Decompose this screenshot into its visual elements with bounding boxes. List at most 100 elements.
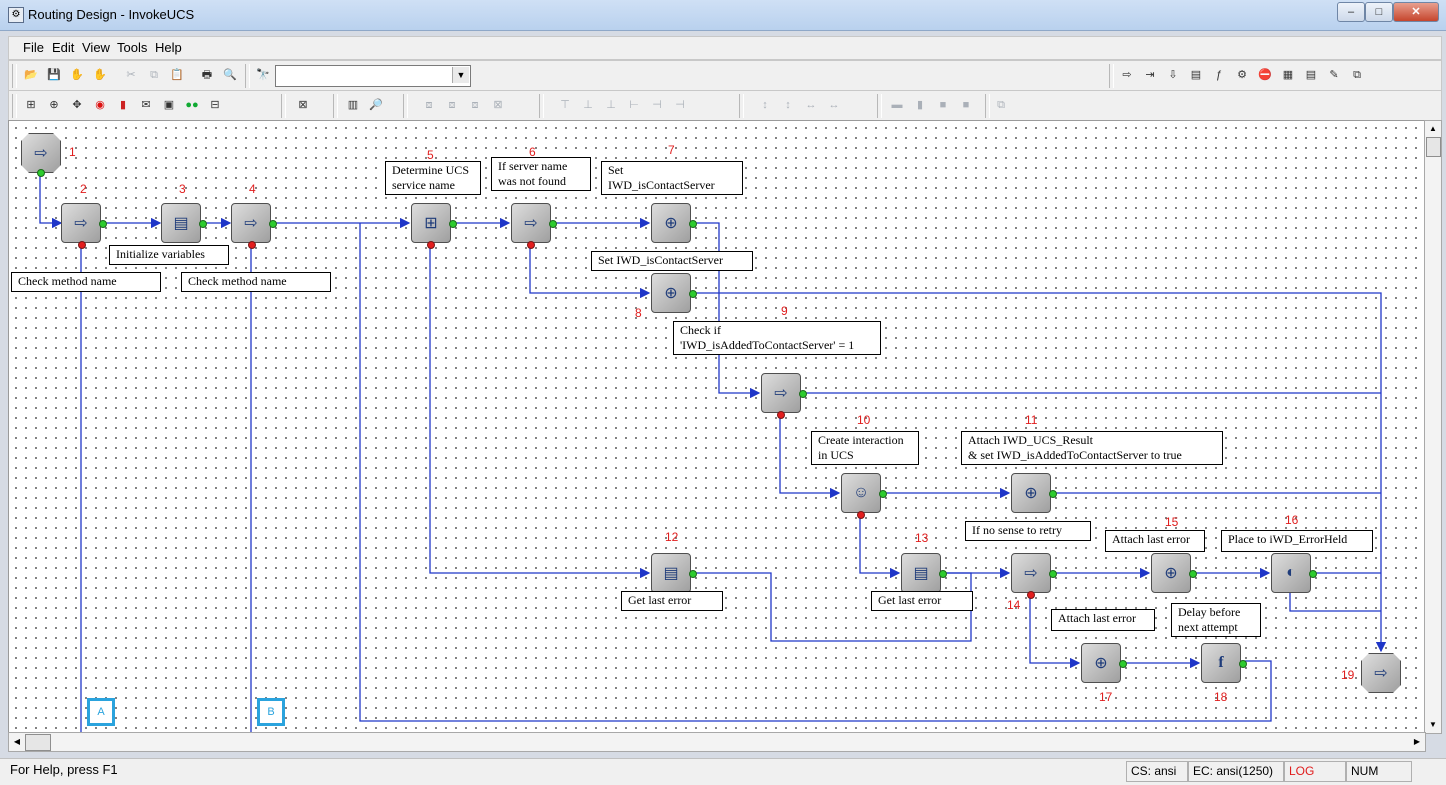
- multi-assign-node-5[interactable]: ⊞: [411, 203, 451, 243]
- output-port[interactable]: [449, 220, 457, 228]
- group-icon[interactable]: ⧈: [419, 95, 439, 115]
- output-port[interactable]: [199, 220, 207, 228]
- assign-object-icon[interactable]: ▤: [1186, 65, 1206, 85]
- attach-object-icon[interactable]: ✎: [1324, 65, 1344, 85]
- object-combo[interactable]: ▼: [275, 65, 471, 87]
- menu-tools[interactable]: Tools: [117, 40, 147, 55]
- attach-node-11[interactable]: ⊕: [1011, 473, 1051, 513]
- print-icon[interactable]: 🖶: [197, 65, 217, 85]
- scrollbar-thumb[interactable]: [1426, 137, 1441, 157]
- close-button[interactable]: ✕: [1393, 2, 1439, 22]
- order-icon[interactable]: ⧈: [465, 95, 485, 115]
- space-across-icon[interactable]: ↔: [824, 95, 844, 115]
- email-icon[interactable]: ✉: [136, 95, 156, 115]
- output-port[interactable]: [248, 241, 256, 249]
- maximize-button[interactable]: □: [1365, 2, 1393, 22]
- function-node-18[interactable]: f: [1201, 643, 1241, 683]
- create-interaction-node-10[interactable]: ☺: [841, 473, 881, 513]
- toolbar-grip[interactable]: [403, 94, 408, 118]
- align-middle-icon[interactable]: ⊥: [578, 95, 598, 115]
- vertical-scrollbar[interactable]: ▲ ▼: [1424, 120, 1442, 734]
- output-port[interactable]: [99, 220, 107, 228]
- branch-node-2[interactable]: ⇨: [61, 203, 101, 243]
- function-object-icon[interactable]: ƒ: [1209, 65, 1229, 85]
- link-icon[interactable]: ●●: [182, 95, 202, 115]
- bring-front-icon[interactable]: ⧉: [991, 95, 1011, 115]
- find-icon[interactable]: 🔍: [220, 65, 240, 85]
- align-left-icon[interactable]: ⊢: [624, 95, 644, 115]
- check-out-icon[interactable]: ✋: [90, 65, 110, 85]
- output-port[interactable]: [879, 490, 887, 498]
- multi-assign-icon[interactable]: ▤: [1301, 65, 1321, 85]
- branch-node-6[interactable]: ⇨: [511, 203, 551, 243]
- branch-node-14[interactable]: ⇨: [1011, 553, 1051, 593]
- assign-node-3[interactable]: ▤: [161, 203, 201, 243]
- output-port[interactable]: [1119, 660, 1127, 668]
- copy-icon[interactable]: ⧉: [144, 65, 164, 85]
- assign-node-12[interactable]: ▤: [651, 553, 691, 593]
- cut-icon[interactable]: ✂: [121, 65, 141, 85]
- align-bottom-icon[interactable]: ⊥: [601, 95, 621, 115]
- assign-node-13[interactable]: ▤: [901, 553, 941, 593]
- menu-view[interactable]: View: [82, 40, 110, 55]
- traffic-light-icon[interactable]: ▮: [113, 95, 133, 115]
- attach-node-17[interactable]: ⊕: [1081, 643, 1121, 683]
- output-port[interactable]: [857, 511, 865, 519]
- attach-node-8[interactable]: ⊕: [651, 273, 691, 313]
- align-center-icon[interactable]: ⊣: [647, 95, 667, 115]
- toolbar-grip[interactable]: [539, 94, 544, 118]
- space-vertical-icon[interactable]: ↕: [755, 95, 775, 115]
- routing-object-icon[interactable]: ⊞: [21, 95, 41, 115]
- search-icon[interactable]: 🔭: [253, 65, 273, 85]
- entry-object-icon[interactable]: ⇨: [1117, 65, 1137, 85]
- routing-app-icon[interactable]: ⚙: [8, 7, 24, 23]
- branch-node-9[interactable]: ⇨: [761, 373, 801, 413]
- same-size-icon[interactable]: ■: [933, 95, 953, 115]
- compile-icon[interactable]: ▥: [343, 95, 363, 115]
- align-right-icon[interactable]: ⊣: [670, 95, 690, 115]
- offpage-connector-b[interactable]: B: [257, 698, 285, 726]
- menu-edit[interactable]: Edit: [52, 40, 74, 55]
- output-port[interactable]: [1049, 490, 1057, 498]
- segmentation-icon[interactable]: ⇩: [1163, 65, 1183, 85]
- output-port[interactable]: [1309, 570, 1317, 578]
- image-icon[interactable]: ▣: [159, 95, 179, 115]
- same-width-icon[interactable]: ▬: [887, 95, 907, 115]
- output-port[interactable]: [427, 241, 435, 249]
- toolbar-grip[interactable]: [333, 94, 338, 118]
- statistic-icon[interactable]: ▦: [1278, 65, 1298, 85]
- validate-icon[interactable]: 🔎: [366, 95, 386, 115]
- multi-function-icon[interactable]: ⚙: [1232, 65, 1252, 85]
- output-port[interactable]: [1027, 591, 1035, 599]
- toolbar-grip[interactable]: [985, 94, 990, 118]
- same-height-icon[interactable]: ▮: [910, 95, 930, 115]
- offpage-connector-a[interactable]: A: [87, 698, 115, 726]
- stop-object-icon[interactable]: ⛔: [1255, 65, 1275, 85]
- space-even-icon[interactable]: ↕: [778, 95, 798, 115]
- output-port[interactable]: [269, 220, 277, 228]
- scroll-left-icon[interactable]: ◀: [9, 733, 25, 751]
- output-port[interactable]: [37, 169, 45, 177]
- open-icon[interactable]: 📂: [21, 65, 41, 85]
- minimize-button[interactable]: –: [1337, 2, 1365, 22]
- subroutine-icon[interactable]: ⊟: [205, 95, 225, 115]
- check-in-icon[interactable]: ✋: [67, 65, 87, 85]
- ungroup-icon[interactable]: ⧈: [442, 95, 462, 115]
- menu-help[interactable]: Help: [155, 40, 182, 55]
- output-port[interactable]: [1239, 660, 1247, 668]
- align-top-icon[interactable]: ⊤: [555, 95, 575, 115]
- horizontal-scrollbar[interactable]: ◀ ▶: [8, 732, 1426, 752]
- output-port[interactable]: [777, 411, 785, 419]
- toolbar-grip[interactable]: [739, 94, 744, 118]
- output-port[interactable]: [527, 241, 535, 249]
- forward-icon[interactable]: ⧉: [1347, 65, 1367, 85]
- chevron-down-icon[interactable]: ▼: [452, 67, 469, 83]
- delete-shape-icon[interactable]: ⊠: [488, 95, 508, 115]
- branch-node-4[interactable]: ⇨: [231, 203, 271, 243]
- exit-node-19[interactable]: ⇨: [1361, 653, 1401, 693]
- attach-node-7[interactable]: ⊕: [651, 203, 691, 243]
- toolbar-grip[interactable]: [245, 64, 250, 88]
- toolbar-grip[interactable]: [281, 94, 286, 118]
- output-port[interactable]: [1189, 570, 1197, 578]
- toolbar-grip[interactable]: [12, 94, 17, 118]
